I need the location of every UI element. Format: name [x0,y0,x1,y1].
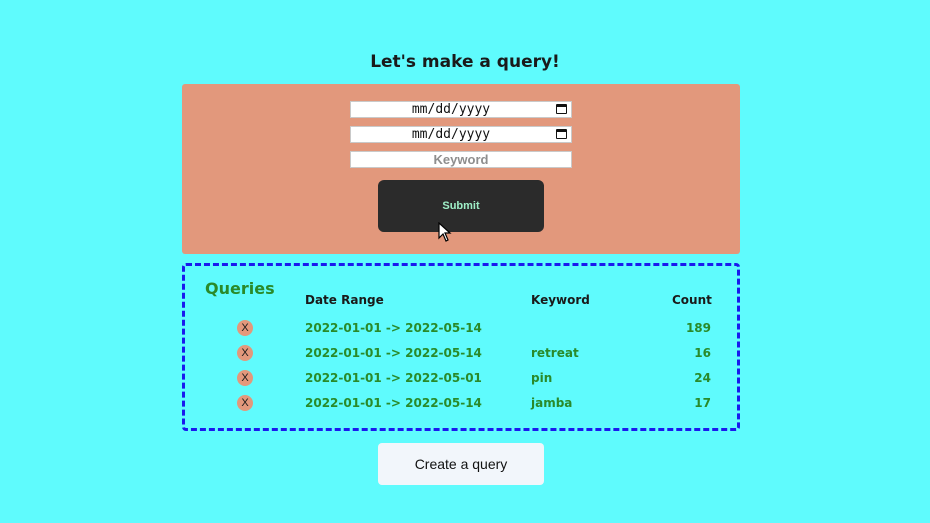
delete-query-button[interactable]: X [237,320,253,336]
count-cell: 24 [694,371,711,385]
end-date-value: mm/dd/yyyy [411,127,491,142]
start-date-input[interactable]: mm/dd/yyyy [350,101,572,118]
submit-button[interactable]: Submit [378,180,544,232]
keyword-header: Keyword [531,293,590,307]
keyword-cell: retreat [531,346,579,360]
create-query-button[interactable]: Create a query [378,443,544,485]
count-cell: 189 [685,321,711,335]
query-row: X 2022-01-01 -> 2022-05-01 pin 24 [185,370,737,390]
count-cell: 16 [694,346,711,360]
date-range-header: Date Range [305,293,384,307]
delete-query-button[interactable]: X [237,370,253,386]
count-header: Count [672,293,712,307]
calendar-icon[interactable] [556,129,567,139]
keyword-cell: jamba [531,396,573,410]
date-range-cell: 2022-01-01 -> 2022-05-14 [305,321,482,335]
count-cell: 17 [694,396,711,410]
calendar-icon[interactable] [556,104,567,114]
delete-query-button[interactable]: X [237,395,253,411]
page-title: Let's make a query! [370,52,560,72]
date-range-cell: 2022-01-01 -> 2022-05-01 [305,371,482,385]
query-form: mm/dd/yyyy mm/dd/yyyy Keyword Submit [182,84,740,254]
queries-title: Queries [205,279,275,298]
query-row: X 2022-01-01 -> 2022-05-14 jamba 17 [185,395,737,415]
date-range-cell: 2022-01-01 -> 2022-05-14 [305,346,482,360]
query-row: X 2022-01-01 -> 2022-05-14 189 [185,320,737,340]
queries-panel: Queries Date Range Keyword Count X 2022-… [182,263,740,431]
delete-query-button[interactable]: X [237,345,253,361]
end-date-input[interactable]: mm/dd/yyyy [350,126,572,143]
keyword-cell: pin [531,371,553,385]
mouse-pointer-icon [438,222,452,242]
keyword-input[interactable]: Keyword [350,151,572,168]
date-range-cell: 2022-01-01 -> 2022-05-14 [305,396,482,410]
query-row: X 2022-01-01 -> 2022-05-14 retreat 16 [185,345,737,365]
start-date-value: mm/dd/yyyy [411,102,491,117]
